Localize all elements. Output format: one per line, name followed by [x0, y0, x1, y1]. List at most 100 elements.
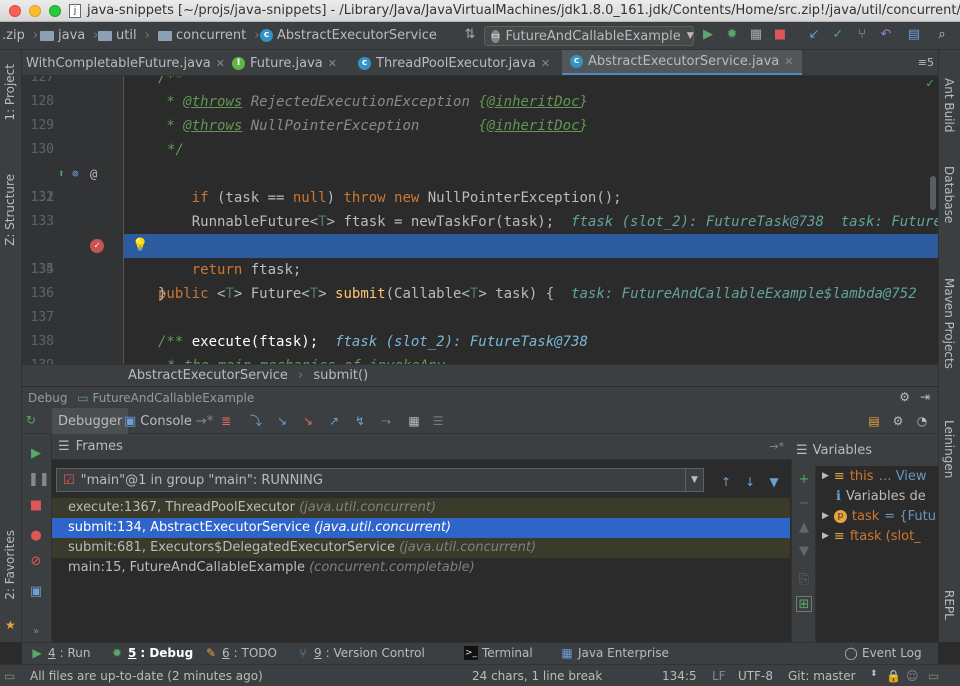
resume-icon[interactable]: ▶ — [28, 446, 44, 462]
mute-breakpoints-icon[interactable]: ⊘ — [28, 554, 44, 570]
trace-icon[interactable]: ☰ — [430, 413, 446, 429]
arrow-down-icon[interactable]: ↓ — [742, 474, 758, 490]
show-execution-point-icon[interactable]: ≣ — [218, 413, 234, 429]
tab-debugger[interactable]: Debugger — [52, 408, 129, 434]
maximize-window-button[interactable] — [49, 5, 61, 17]
run-tool-button[interactable]: ▶ 4: Run — [30, 646, 90, 660]
overrides-icon[interactable]: ⊚ — [72, 162, 79, 186]
filter-icon[interactable]: ▼ — [766, 474, 782, 490]
java-enterprise-tool-button[interactable]: ▦ Java Enterprise — [560, 646, 669, 660]
close-icon[interactable]: ✕ — [541, 57, 550, 70]
status-window-icon[interactable]: ▭ — [4, 669, 15, 683]
move-up-icon[interactable]: ▲ — [796, 520, 812, 536]
remove-watch-icon[interactable]: − — [796, 496, 812, 512]
project-tool-tab[interactable]: 1: Project — [3, 64, 17, 121]
tab-abstract-executor-service[interactable]: c AbstractExecutorService.java ✕ — [562, 50, 802, 75]
ant-build-tool-tab[interactable]: Ant Build — [942, 78, 956, 132]
implements-icon[interactable]: ⬆ — [58, 162, 65, 186]
minimize-window-button[interactable] — [29, 5, 41, 17]
database-tool-tab[interactable]: Database — [942, 166, 956, 223]
pause-icon[interactable]: ❚❚ — [28, 472, 50, 488]
commit-icon[interactable]: ✓ — [830, 27, 846, 43]
settings-icon[interactable]: ⚙ — [890, 413, 906, 429]
search-icon[interactable]: ⌕ — [934, 27, 950, 43]
watches-icon[interactable]: ⊞ — [796, 596, 812, 612]
variable-ftask[interactable]: ▶ ≡ ftask (slot_ — [822, 526, 938, 546]
vcs-branch[interactable]: Git: master — [788, 669, 856, 683]
tab-console[interactable]: ▣ Console →* — [118, 408, 219, 434]
debug-tool-button[interactable]: ✹ 5: Debug — [110, 646, 193, 660]
structure-tool-tab[interactable]: Z: Structure — [3, 174, 17, 246]
repl-tool-tab[interactable]: REPL — [942, 590, 956, 620]
lightbulb-icon[interactable]: 💡 — [132, 234, 148, 258]
debug-icon[interactable]: ✹ — [724, 27, 740, 43]
variable-task[interactable]: ▶ p task = {Futu — [822, 506, 938, 526]
thread-select[interactable]: ☑ "main"@1 in group "main": RUNNING ▼ — [56, 468, 704, 492]
nav-crumb-concurrent[interactable]: concurrent › — [158, 28, 259, 43]
view-breakpoints-icon[interactable]: ● — [28, 528, 44, 544]
leiningen-tool-tab[interactable]: Leiningen — [942, 420, 956, 478]
hide-icon[interactable]: ⇥ — [920, 390, 930, 404]
camera-icon[interactable]: ▣ — [28, 584, 44, 600]
run-to-cursor-icon[interactable]: ⤳ — [378, 413, 394, 429]
memory-icon[interactable]: ▭ — [928, 669, 939, 683]
event-log-tool-button[interactable]: ◯ Event Log — [844, 646, 921, 660]
tabs-overflow-menu[interactable]: ≡5 — [918, 56, 934, 69]
arrow-up-icon[interactable]: ↑ — [718, 474, 734, 490]
step-out-icon[interactable]: ↗ — [326, 413, 342, 429]
lock-icon[interactable]: 🔒 — [886, 669, 901, 683]
debug-config-tab[interactable]: FutureAndCallableExample — [92, 391, 254, 405]
todo-tool-button[interactable]: ✎ 6: TODO — [204, 646, 277, 660]
navigate-icon[interactable]: ⇅ — [462, 27, 478, 43]
tab-future[interactable]: I Future.java ✕ — [224, 50, 345, 75]
maven-tool-tab[interactable]: Maven Projects — [942, 278, 956, 369]
move-down-icon[interactable]: ▼ — [796, 544, 812, 560]
caret-position[interactable]: 134:5 — [662, 669, 697, 683]
step-over-icon[interactable]: ⤵ — [248, 413, 264, 429]
project-structure-icon[interactable]: ▤ — [906, 27, 922, 43]
favorites-tool-tab[interactable]: 2: Favorites — [3, 530, 17, 600]
stop-icon[interactable]: ■ — [772, 27, 788, 43]
rerun-icon[interactable]: ↻ — [26, 413, 36, 427]
frame-item[interactable]: submit:681, Executors$DelegatedExecutorS… — [52, 538, 790, 558]
restore-layout-icon[interactable]: ▤ — [866, 413, 882, 429]
more-icon[interactable]: » — [28, 624, 44, 640]
tab-thread-pool-executor[interactable]: c ThreadPoolExecutor.java ✕ — [350, 50, 558, 75]
inspector-icon[interactable]: ☺ — [906, 669, 919, 683]
run-config-select[interactable]: ▭ FutureAndCallableExample ▼ — [484, 26, 694, 46]
drop-frame-icon[interactable]: ↯ — [352, 413, 368, 429]
step-into-icon[interactable]: ↘ — [274, 413, 290, 429]
close-window-button[interactable] — [9, 5, 21, 17]
terminal-tool-button[interactable]: >_ Terminal — [464, 646, 533, 660]
coverage-icon[interactable]: ▦ — [748, 27, 764, 43]
code-editor[interactable]: ✓ 127/** 128 * @throws RejectedExecution… — [22, 76, 938, 364]
nav-crumb-util[interactable]: util › — [98, 28, 150, 43]
frame-item[interactable]: main:15, FutureAndCallableExample (concu… — [52, 558, 790, 578]
revert-icon[interactable]: ↶ — [878, 27, 894, 43]
update-project-icon[interactable]: ↙ — [806, 27, 822, 43]
close-icon[interactable]: ✕ — [328, 57, 337, 70]
hide-icon[interactable]: →* — [769, 440, 784, 453]
version-control-tool-button[interactable]: ⑂ 9: Version Control — [296, 646, 424, 660]
force-step-into-icon[interactable]: ↘ — [300, 413, 316, 429]
variable-this[interactable]: ▶ ≡ this… View — [822, 466, 938, 486]
evaluate-expression-icon[interactable]: ▦ — [406, 413, 422, 429]
frame-item[interactable]: execute:1367, ThreadPoolExecutor (java.u… — [52, 498, 790, 518]
tab-completable-future[interactable]: WithCompletableFuture.java ✕ — [22, 50, 233, 75]
breadcrumb-method[interactable]: submit() — [313, 368, 368, 383]
encoding[interactable]: UTF-8 — [738, 669, 773, 683]
line-separator[interactable]: LF — [712, 669, 726, 683]
add-watch-icon[interactable]: + — [796, 472, 812, 488]
nav-crumb-zip[interactable]: .zip › — [2, 28, 38, 43]
stop-icon[interactable]: ■ — [28, 498, 44, 514]
gear-icon[interactable]: ⚙ — [899, 390, 910, 404]
run-icon[interactable]: ▶ — [700, 27, 716, 43]
pin-icon[interactable]: ◔ — [914, 413, 930, 429]
breakpoint-icon[interactable]: ✓ — [90, 239, 104, 253]
breadcrumb-class[interactable]: AbstractExecutorService — [128, 368, 288, 383]
nav-crumb-class[interactable]: c AbstractExecutorService — [260, 28, 437, 43]
frame-item-selected[interactable]: submit:134, AbstractExecutorService (jav… — [52, 518, 790, 538]
nav-crumb-java[interactable]: java › — [40, 28, 98, 43]
vcs-history-icon[interactable]: ⑂ — [854, 27, 870, 43]
close-icon[interactable]: ✕ — [784, 55, 793, 68]
